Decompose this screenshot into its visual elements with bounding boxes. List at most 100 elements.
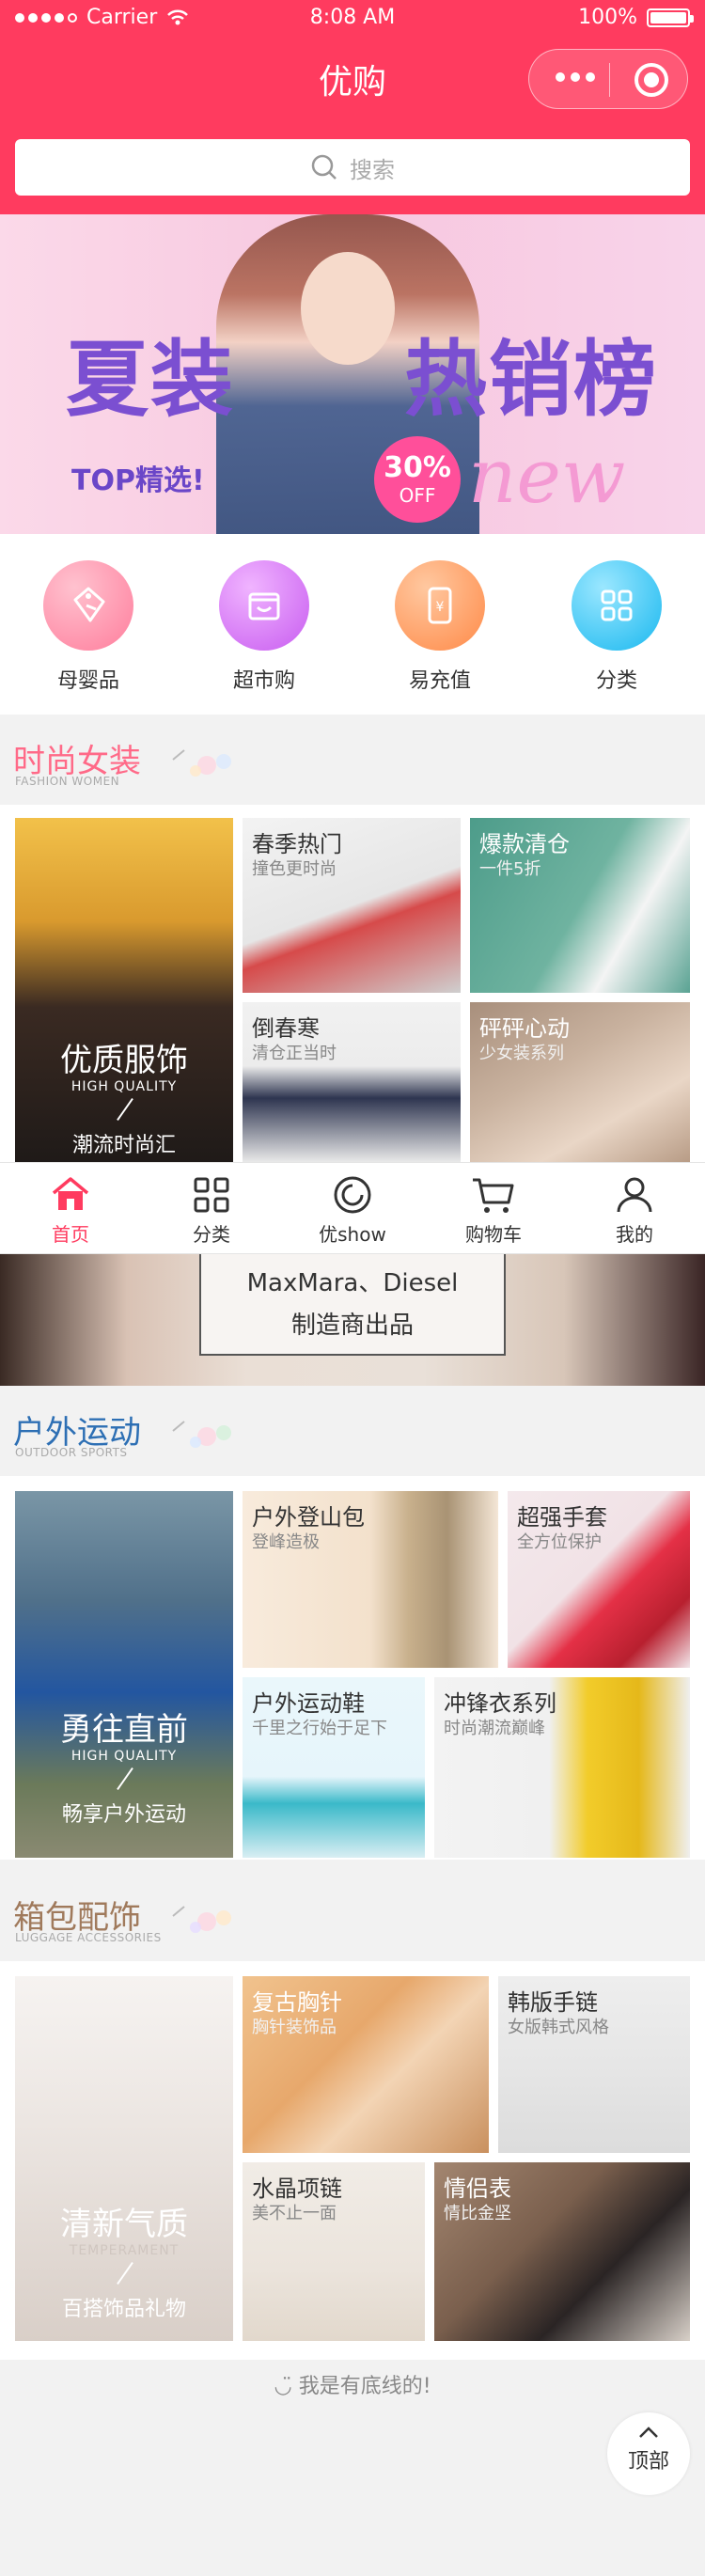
tab-category[interactable]: 分类 xyxy=(141,1163,282,1253)
search-input[interactable]: 搜索 xyxy=(15,139,690,196)
tab-label: 优show xyxy=(319,1223,386,1246)
brand-strip-box: MaxMara、Diesel 制造商出品 xyxy=(199,1254,506,1356)
banner-subtitle: TOP精选! xyxy=(71,464,205,497)
store-icon xyxy=(219,560,309,651)
featured-title: 勇往直前 xyxy=(60,1711,188,1749)
tile-title: 春季热门 xyxy=(252,831,342,857)
capsule-divider xyxy=(609,63,610,97)
status-bar: Carrier 8:08 AM 100% xyxy=(0,0,705,38)
tab-cart[interactable]: 购物车 xyxy=(423,1163,564,1253)
grid-icon xyxy=(141,1172,282,1217)
outdoor-tile-shoes[interactable]: 户外运动鞋 千里之行始于足下 xyxy=(243,1677,425,1858)
top-bar: Carrier 8:08 AM 100% 优购 搜索 xyxy=(0,0,705,214)
back-to-top-button[interactable]: 顶部 xyxy=(607,2412,690,2495)
search-icon xyxy=(311,154,337,180)
tile-subtitle: 少女装系列 xyxy=(479,1044,564,1063)
banner-title-right: 热销榜 xyxy=(404,331,659,428)
featured-divider xyxy=(117,2261,133,2285)
tile-subtitle: 撞色更时尚 xyxy=(252,859,337,879)
tab-home[interactable]: 首页 xyxy=(0,1163,141,1253)
section-decoration-icon xyxy=(172,1421,231,1448)
back-to-top-label: 顶部 xyxy=(627,2450,669,2474)
featured-sub: 潮流时尚汇 xyxy=(71,1134,176,1157)
promo-banner[interactable]: 夏装 热销榜 TOP精选! 30% OFF new xyxy=(0,214,705,534)
tab-bar: 首页 分类 优show 购物车 我的 xyxy=(0,1162,705,1254)
baby-tag-icon xyxy=(43,560,133,651)
fashion-tile-cold[interactable]: 倒春寒 清仓正当时 xyxy=(243,1002,461,1162)
category-row: 母婴品 超市购 ¥ 易充值 分类 xyxy=(0,534,705,715)
bags-featured-tile[interactable]: 清新气质 TEMPERAMENT 百搭饰品礼物 xyxy=(15,1976,233,2341)
outdoor-tile-jacket[interactable]: 冲锋衣系列 时尚潮流巅峰 xyxy=(434,1677,690,1858)
refresh-icon xyxy=(282,1172,423,1217)
banner-title-left: 夏装 xyxy=(66,331,236,428)
category-label: 易充值 xyxy=(408,669,471,693)
bags-tile-bracelet[interactable]: 韩版手链 女版韩式风格 xyxy=(498,1976,690,2153)
section-header-bags: 箱包配饰 LUGGAGE ACCESSORIES xyxy=(0,1871,705,1961)
featured-divider xyxy=(117,1767,133,1791)
featured-en: HIGH QUALITY xyxy=(70,1749,178,1764)
discount-percent: 30% xyxy=(384,451,451,484)
section-subtitle: OUTDOOR SPORTS xyxy=(15,1446,128,1459)
tile-title: 复古胸针 xyxy=(252,1989,342,2016)
fashion-tile-heartbeat[interactable]: 砰砰心动 少女装系列 xyxy=(470,1002,690,1162)
tile-title: 韩版手链 xyxy=(508,1989,598,2016)
fashion-panel: 优质服饰 HIGH QUALITY 潮流时尚汇 春季热门 撞色更时尚 爆款清仓 … xyxy=(0,805,705,1162)
tile-subtitle: 一件5折 xyxy=(479,859,541,879)
close-target-icon[interactable] xyxy=(634,63,668,97)
fashion-tile-clearance[interactable]: 爆款清仓 一件5折 xyxy=(470,818,690,993)
mini-program-capsule xyxy=(528,49,688,109)
tile-subtitle: 千里之行始于足下 xyxy=(252,1719,387,1738)
phone-recharge-icon: ¥ xyxy=(395,560,485,651)
category-all[interactable]: 分类 xyxy=(551,560,682,694)
tab-label: 分类 xyxy=(193,1223,230,1246)
outdoor-featured-tile[interactable]: 勇往直前 HIGH QUALITY 畅享户外运动 xyxy=(15,1491,233,1858)
outdoor-tile-backpack[interactable]: 户外登山包 登峰造极 xyxy=(243,1491,498,1668)
bags-tile-brooch[interactable]: 复古胸针 胸针装饰品 xyxy=(243,1976,489,2153)
fashion-featured-tile[interactable]: 优质服饰 HIGH QUALITY 潮流时尚汇 xyxy=(15,818,233,1162)
brand-strip-line1: MaxMara、Diesel xyxy=(246,1269,459,1297)
outdoor-tile-gloves[interactable]: 超强手套 全方位保护 xyxy=(508,1491,690,1668)
tile-title: 超强手套 xyxy=(517,1504,607,1531)
section-decoration-icon xyxy=(172,749,231,777)
featured-en: TEMPERAMENT xyxy=(69,2243,180,2258)
outdoor-panel: 勇往直前 HIGH QUALITY 畅享户外运动 户外登山包 登峰造极 超强手套… xyxy=(0,1476,705,1860)
brand-strip[interactable]: MaxMara、Diesel 制造商出品 xyxy=(0,1254,705,1386)
svg-text:¥: ¥ xyxy=(436,600,445,615)
category-market[interactable]: 超市购 xyxy=(198,560,330,694)
featured-sub: 百搭饰品礼物 xyxy=(61,2298,186,2321)
cart-icon xyxy=(423,1172,564,1217)
tile-subtitle: 胸针装饰品 xyxy=(252,2018,337,2037)
tab-mine[interactable]: 我的 xyxy=(564,1163,705,1253)
tile-subtitle: 全方位保护 xyxy=(517,1532,602,1552)
tile-title: 爆款清仓 xyxy=(479,831,570,857)
tile-subtitle: 女版韩式风格 xyxy=(508,2018,609,2037)
tile-title: 情侣表 xyxy=(444,2175,511,2202)
end-message-text: 我是有底线的! xyxy=(298,2375,431,2398)
status-right: 100% xyxy=(578,6,694,29)
more-icon[interactable] xyxy=(556,72,595,82)
featured-sub: 畅享户外运动 xyxy=(61,1803,186,1827)
bags-tile-necklace[interactable]: 水晶项链 美不止一面 xyxy=(243,2162,425,2341)
tile-title: 水晶项链 xyxy=(252,2175,342,2202)
brand-strip-line2: 制造商出品 xyxy=(290,1312,414,1340)
tile-subtitle: 清仓正当时 xyxy=(252,1044,337,1063)
banner-script-text: new xyxy=(468,432,626,520)
tab-label: 购物车 xyxy=(465,1223,522,1246)
category-label: 母婴品 xyxy=(56,669,119,693)
category-recharge[interactable]: ¥ 易充值 xyxy=(374,560,506,694)
section-header-fashion: 时尚女装 FASHION WOMEN xyxy=(0,715,705,805)
featured-en: HIGH QUALITY xyxy=(70,1079,178,1094)
category-baby[interactable]: 母婴品 xyxy=(23,560,154,694)
tile-title: 冲锋衣系列 xyxy=(444,1690,556,1717)
bags-tile-watch[interactable]: 情侣表 情比金坚 xyxy=(434,2162,690,2341)
fashion-tile-spring[interactable]: 春季热门 撞色更时尚 xyxy=(243,818,461,993)
tab-show[interactable]: 优show xyxy=(282,1163,423,1253)
battery-icon xyxy=(647,8,694,27)
tab-label: 我的 xyxy=(616,1223,653,1246)
tile-title: 户外登山包 xyxy=(252,1504,365,1531)
user-icon xyxy=(564,1172,705,1217)
section-subtitle: LUGGAGE ACCESSORIES xyxy=(15,1931,162,1944)
featured-divider xyxy=(117,1097,133,1122)
featured-title: 优质服饰 xyxy=(60,1042,188,1079)
tile-title: 户外运动鞋 xyxy=(252,1690,365,1717)
